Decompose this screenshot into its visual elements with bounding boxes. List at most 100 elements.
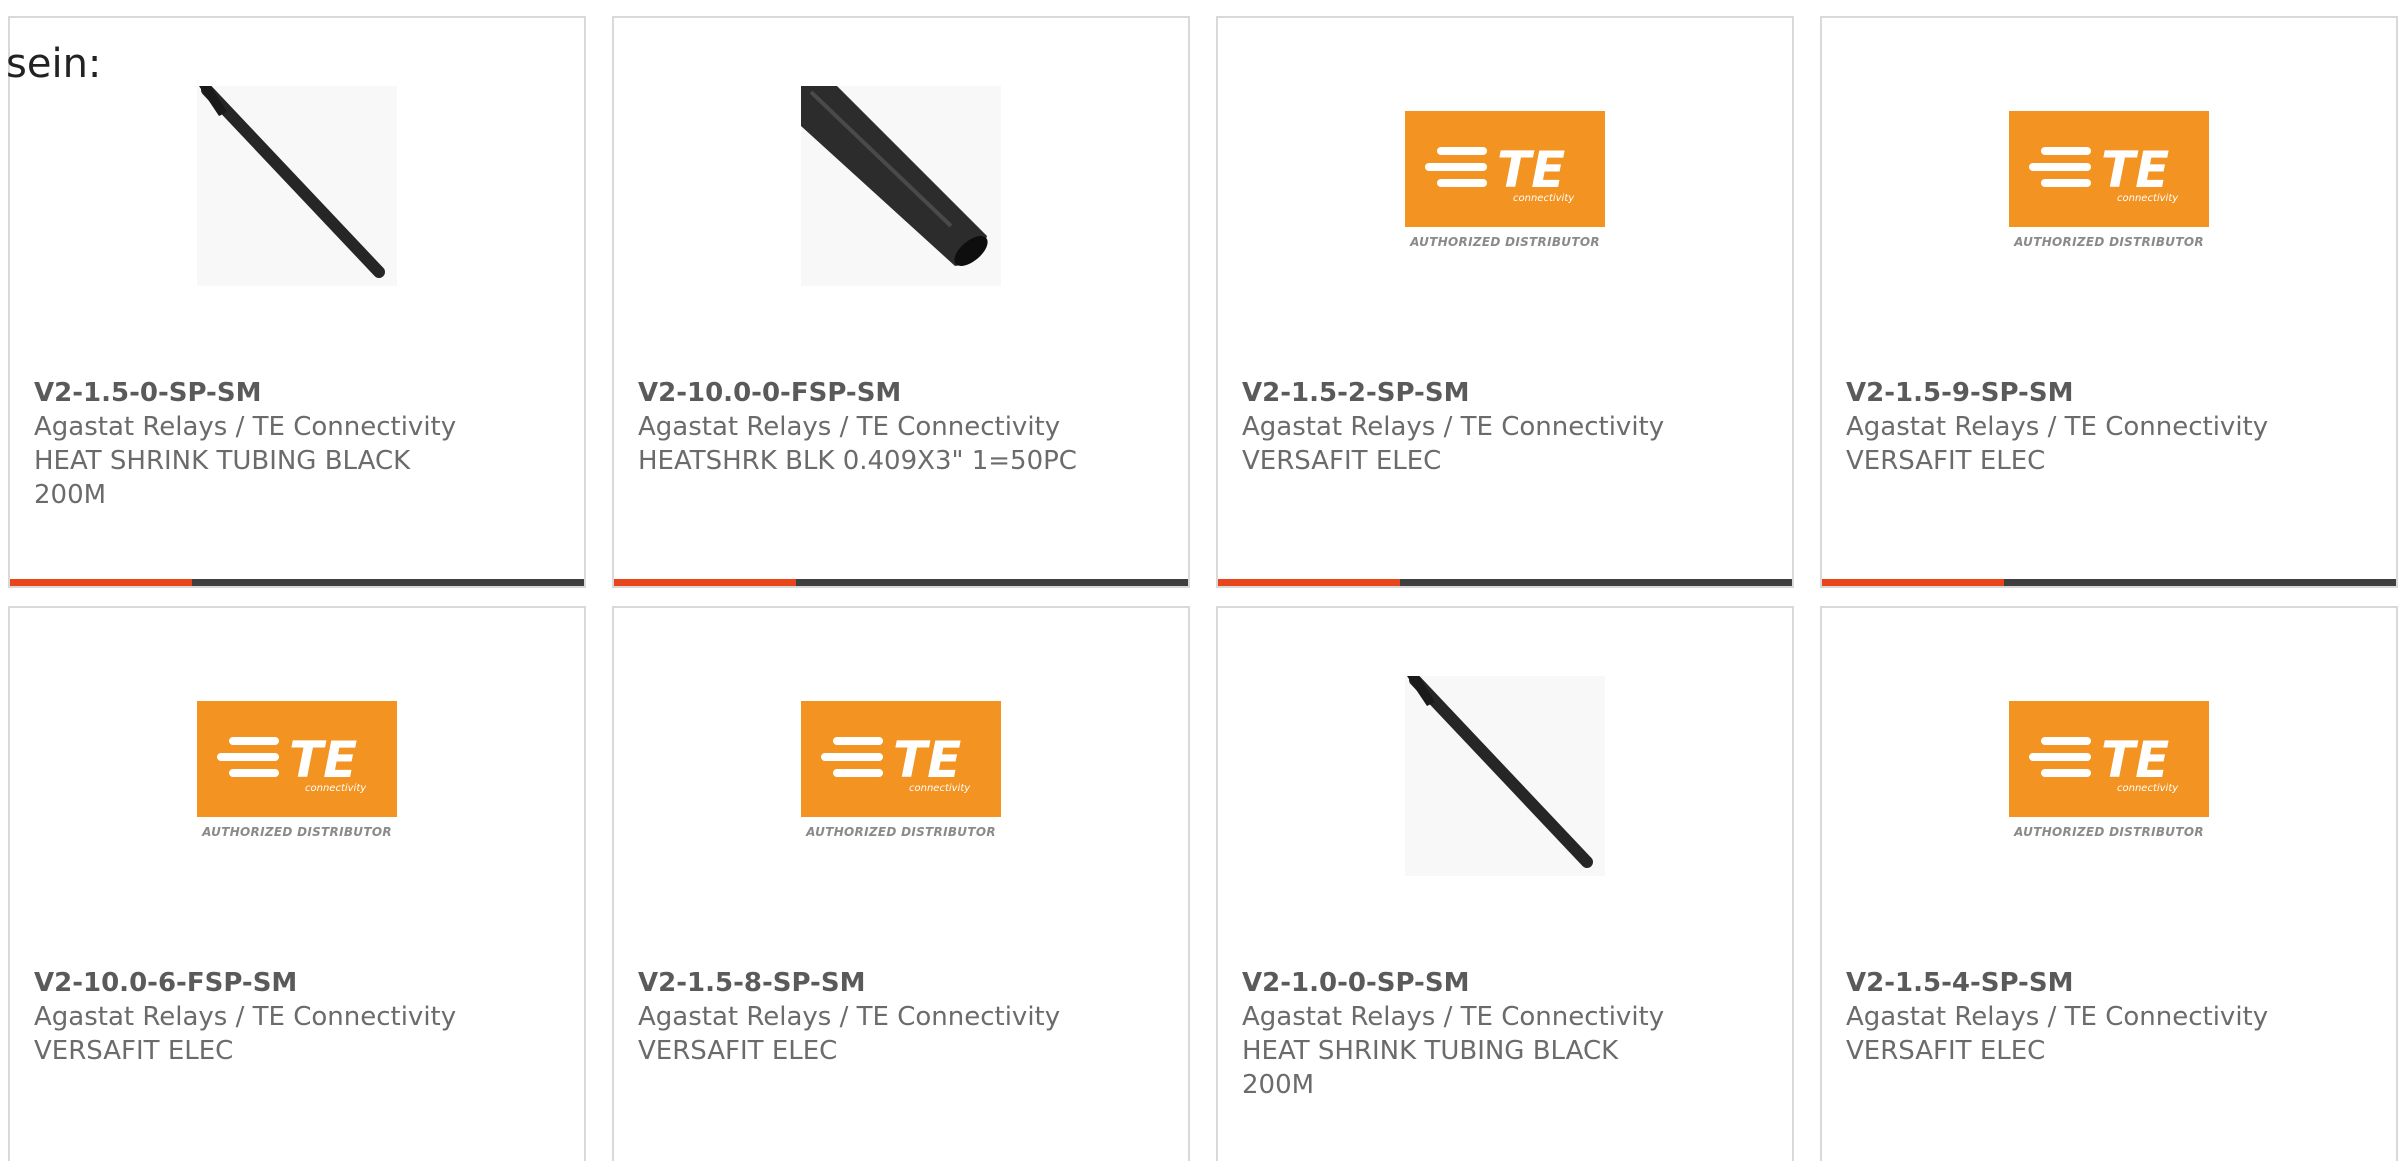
te-logo-mark: TEconnectivity [2029, 141, 2179, 204]
product-image-area: TE connectivity AUTHORIZED DISTRIBUTOR [1822, 676, 2396, 876]
te-logo-stripe [2041, 737, 2091, 745]
part-number-link[interactable]: V2-1.5-8-SP-SM [638, 966, 1164, 1000]
te-logo-subtitle: connectivity [1513, 193, 1575, 204]
product-description: HEAT SHRINK TUBING BLACK 200M [34, 446, 411, 510]
manufacturer-label: Agastat Relays / TE Connectivity [1846, 412, 2269, 442]
part-number-link[interactable]: V2-1.5-0-SP-SM [34, 376, 560, 410]
part-number-link[interactable]: V2-1.5-4-SP-SM [1846, 966, 2372, 1000]
product-image-area: TE connectivity AUTHORIZED DISTRIBUTOR [614, 676, 1188, 876]
product-info: V2-1.5-2-SP-SM Agastat Relays / TE Conne… [1242, 376, 1768, 478]
product-card[interactable]: V2-10.0-0-FSP-SM Agastat Relays / TE Con… [612, 16, 1190, 588]
card-footer-bar [614, 579, 1188, 586]
te-connectivity-logo: TE connectivity AUTHORIZED DISTRIBUTOR [799, 701, 1003, 851]
product-description: HEAT SHRINK TUBING BLACK 200M [1242, 1036, 1619, 1100]
manufacturer-label: Agastat Relays / TE Connectivity [638, 1002, 1061, 1032]
card-footer-bar [10, 579, 584, 586]
te-connectivity-logo: TE connectivity AUTHORIZED DISTRIBUTOR [2007, 701, 2211, 851]
wide-tubing-image [801, 86, 1001, 286]
te-logo-brand: TE [2101, 731, 2169, 789]
product-image-area [614, 86, 1188, 286]
te-logo-mark: TEconnectivity [1425, 141, 1575, 204]
part-number-link[interactable]: V2-1.5-2-SP-SM [1242, 376, 1768, 410]
product-info: V2-1.5-0-SP-SM Agastat Relays / TE Conne… [34, 376, 560, 512]
card-footer-accent [1822, 579, 2004, 586]
product-info: V2-1.0-0-SP-SM Agastat Relays / TE Conne… [1242, 966, 1768, 1102]
te-logo-subtitle: connectivity [305, 783, 367, 794]
te-logo-mark: TEconnectivity [2029, 731, 2179, 794]
part-number-link[interactable]: V2-1.0-0-SP-SM [1242, 966, 1768, 1000]
te-logo-brand: TE [289, 731, 357, 789]
product-image-area: TE connectivity AUTHORIZED DISTRIBUTOR [1218, 86, 1792, 286]
authorized-distributor-caption: AUTHORIZED DISTRIBUTOR [1410, 235, 1600, 249]
te-logo-stripe [1437, 147, 1487, 155]
te-logo-stripe [2041, 769, 2091, 777]
manufacturer-label: Agastat Relays / TE Connectivity [1242, 412, 1665, 442]
product-info: V2-1.5-9-SP-SM Agastat Relays / TE Conne… [1846, 376, 2372, 478]
te-logo-mark: TEconnectivity [821, 731, 971, 794]
te-logo-brand: TE [1497, 141, 1565, 199]
te-logo-stripe [1437, 179, 1487, 187]
product-card[interactable]: V2-1.0-0-SP-SM Agastat Relays / TE Conne… [1216, 606, 1794, 1161]
product-card[interactable]: TE connectivity AUTHORIZED DISTRIBUTOR V2-… [612, 606, 1190, 1161]
manufacturer-label: Agastat Relays / TE Connectivity [638, 412, 1061, 442]
product-description: VERSAFIT ELEC [1242, 446, 1442, 476]
te-logo-mark: TEconnectivity [217, 731, 367, 794]
product-card[interactable]: V2-1.5-0-SP-SM Agastat Relays / TE Conne… [8, 16, 586, 588]
authorized-distributor-caption: AUTHORIZED DISTRIBUTOR [806, 825, 996, 839]
product-info: V2-10.0-6-FSP-SM Agastat Relays / TE Con… [34, 966, 560, 1068]
te-logo-box: TE connectivity [197, 701, 397, 817]
te-logo-box: TE connectivity [2009, 111, 2209, 227]
te-logo-brand: TE [2101, 141, 2169, 199]
te-connectivity-logo: TE connectivity AUTHORIZED DISTRIBUTOR [1403, 111, 1607, 261]
product-card[interactable]: TE connectivity AUTHORIZED DISTRIBUTOR V2-… [8, 606, 586, 1161]
authorized-distributor-caption: AUTHORIZED DISTRIBUTOR [2014, 235, 2204, 249]
part-number-link[interactable]: V2-1.5-9-SP-SM [1846, 376, 2372, 410]
product-description: VERSAFIT ELEC [1846, 446, 2046, 476]
product-info: V2-1.5-8-SP-SM Agastat Relays / TE Conne… [638, 966, 1164, 1068]
te-logo-stripe [2029, 163, 2091, 171]
te-logo-box: TE connectivity [1405, 111, 1605, 227]
manufacturer-label: Agastat Relays / TE Connectivity [34, 1002, 457, 1032]
product-description: VERSAFIT ELEC [638, 1036, 838, 1066]
product-grid: V2-1.5-0-SP-SM Agastat Relays / TE Conne… [0, 0, 2400, 1161]
card-footer-bar [1822, 579, 2396, 586]
te-logo-stripe [2029, 753, 2091, 761]
product-card[interactable]: TE connectivity AUTHORIZED DISTRIBUTOR V2-… [1820, 606, 2398, 1161]
manufacturer-label: Agastat Relays / TE Connectivity [34, 412, 457, 442]
card-footer-bar [1218, 579, 1792, 586]
authorized-distributor-caption: AUTHORIZED DISTRIBUTOR [202, 825, 392, 839]
thin-tubing-image [1405, 676, 1605, 876]
part-number-link[interactable]: V2-10.0-0-FSP-SM [638, 376, 1164, 410]
part-number-link[interactable]: V2-10.0-6-FSP-SM [34, 966, 560, 1000]
product-image-area [10, 86, 584, 286]
te-logo-stripe [833, 737, 883, 745]
product-card[interactable]: TE connectivity AUTHORIZED DISTRIBUTOR V2-… [1820, 16, 2398, 588]
te-logo-stripe [2041, 147, 2091, 155]
product-description: HEATSHRK BLK 0.409X3" 1=50PC [638, 446, 1077, 476]
manufacturer-label: Agastat Relays / TE Connectivity [1846, 1002, 2269, 1032]
product-info: V2-1.5-4-SP-SM Agastat Relays / TE Conne… [1846, 966, 2372, 1068]
thin-tubing-image [197, 86, 397, 286]
te-logo-stripe [229, 737, 279, 745]
intro-text: sein: [6, 41, 102, 87]
te-logo-stripe [229, 769, 279, 777]
te-logo-box: TE connectivity [2009, 701, 2209, 817]
card-footer-accent [1218, 579, 1400, 586]
te-logo-subtitle: connectivity [909, 783, 971, 794]
card-footer-accent [614, 579, 796, 586]
product-image-area [1218, 676, 1792, 876]
te-logo-stripe [821, 753, 883, 761]
te-logo-stripe [1425, 163, 1487, 171]
te-logo-box: TE connectivity [801, 701, 1001, 817]
product-image-area: TE connectivity AUTHORIZED DISTRIBUTOR [10, 676, 584, 876]
te-logo-brand: TE [893, 731, 961, 789]
product-grid-page: sein: V2-1.5-0-SP-SM Agastat Relays / TE… [0, 0, 2400, 1161]
te-connectivity-logo: TE connectivity AUTHORIZED DISTRIBUTOR [2007, 111, 2211, 261]
product-image-area: TE connectivity AUTHORIZED DISTRIBUTOR [1822, 86, 2396, 286]
product-description: VERSAFIT ELEC [34, 1036, 234, 1066]
te-logo-subtitle: connectivity [2117, 783, 2179, 794]
te-logo-subtitle: connectivity [2117, 193, 2179, 204]
product-info: V2-10.0-0-FSP-SM Agastat Relays / TE Con… [638, 376, 1164, 478]
product-card[interactable]: TE connectivity AUTHORIZED DISTRIBUTOR V2-… [1216, 16, 1794, 588]
te-logo-stripe [217, 753, 279, 761]
